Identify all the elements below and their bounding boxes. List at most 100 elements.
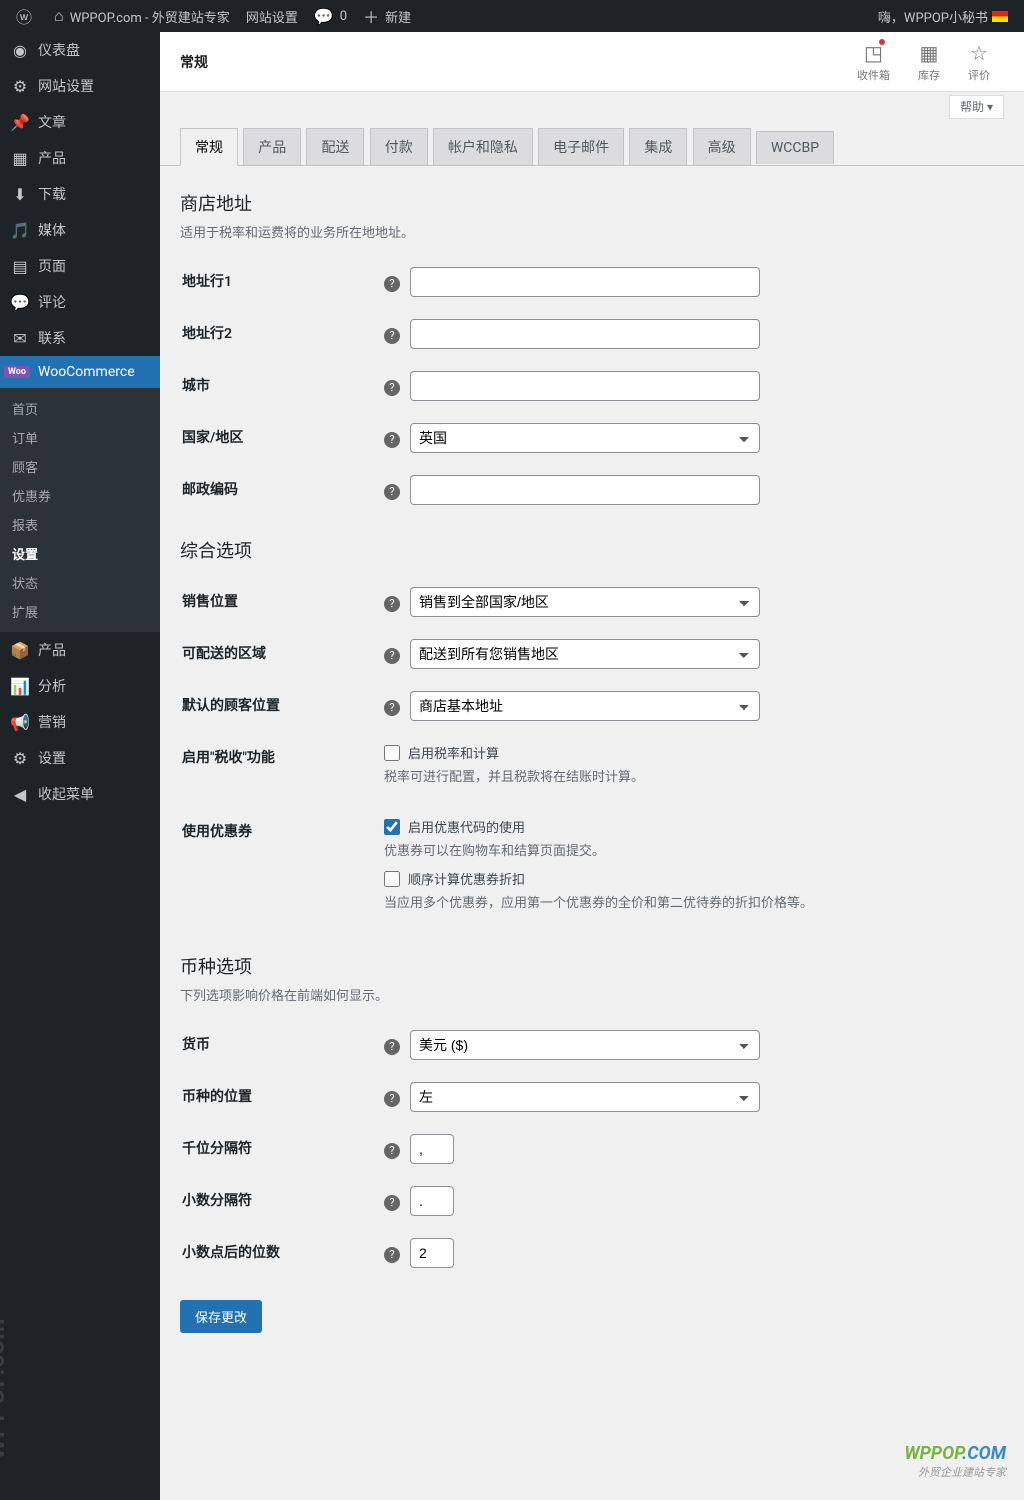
submenu-orders[interactable]: 订单 <box>0 423 160 452</box>
menu-site-settings[interactable]: ⚙网站设置 <box>0 68 160 104</box>
section-currency-desc: 下列选项影响价格在前端如何显示。 <box>180 985 920 1004</box>
tab-general[interactable]: 常规 <box>180 128 238 166</box>
help-icon[interactable]: ? <box>384 596 400 612</box>
address2-input[interactable] <box>410 319 760 349</box>
help-icon[interactable]: ? <box>384 328 400 344</box>
menu-comments[interactable]: 💬评论 <box>0 284 160 320</box>
decimal-input[interactable] <box>410 1186 454 1216</box>
label-address2: 地址行2 <box>182 309 382 359</box>
tax-checkbox[interactable] <box>384 745 400 761</box>
woo-icon: Woo <box>10 366 30 378</box>
inbox-button[interactable]: ◳收件箱 <box>843 33 904 91</box>
label-customer-loc: 默认的顾客位置 <box>182 681 382 731</box>
megaphone-icon: 📢 <box>10 713 30 732</box>
coupon-desc2: 当应用多个优惠券，应用第一个优惠券的全价和第二优待券的折扣价格等。 <box>384 892 918 911</box>
help-icon[interactable]: ? <box>384 1195 400 1211</box>
tab-wccbp[interactable]: WCCBP <box>756 131 834 164</box>
menu-woocommerce[interactable]: WooWooCommerce <box>0 356 160 388</box>
help-icon[interactable]: ? <box>384 484 400 500</box>
thousand-input[interactable] <box>410 1134 454 1164</box>
pin-icon: 📌 <box>10 113 30 132</box>
submenu-settings[interactable]: 设置 <box>0 539 160 568</box>
tab-accounts[interactable]: 帐户和隐私 <box>433 128 533 165</box>
tab-integration[interactable]: 集成 <box>629 128 687 165</box>
label-coupon: 使用优惠券 <box>182 807 382 931</box>
watermark: WPPOP.COM 外贸企业建站专家 <box>904 1443 1006 1480</box>
wp-logo[interactable]: ⓦ <box>8 0 46 32</box>
tab-payments[interactable]: 付款 <box>370 128 428 165</box>
page-icon: ▤ <box>10 257 30 276</box>
dashboard-icon: ◉ <box>10 41 30 60</box>
submenu-reports[interactable]: 报表 <box>0 510 160 539</box>
coupon-checkbox[interactable] <box>384 819 400 835</box>
menu-collapse[interactable]: ◀收起菜单 <box>0 776 160 812</box>
position-select[interactable]: 左 <box>410 1082 760 1112</box>
star-icon: ☆ <box>970 41 988 65</box>
menu-products[interactable]: ▦产品 <box>0 140 160 176</box>
tab-advanced[interactable]: 高级 <box>693 128 751 165</box>
download-icon: ⬇ <box>10 185 30 204</box>
submenu-coupons[interactable]: 优惠券 <box>0 481 160 510</box>
site-settings-link[interactable]: 网站设置 <box>238 0 306 32</box>
label-postcode: 邮政编码 <box>182 465 382 515</box>
comment-icon: 💬 <box>10 293 30 312</box>
submenu-extensions[interactable]: 扩展 <box>0 597 160 626</box>
menu-products2[interactable]: 📦产品 <box>0 632 160 668</box>
user-greeting[interactable]: 嗨，WPPOP小秘书 <box>870 0 1016 32</box>
submenu-status[interactable]: 状态 <box>0 568 160 597</box>
help-icon[interactable]: ? <box>384 276 400 292</box>
box-icon: 📦 <box>10 641 30 660</box>
menu-marketing[interactable]: 📢营销 <box>0 704 160 740</box>
help-icon[interactable]: ? <box>384 700 400 716</box>
country-select[interactable]: 英国 <box>410 423 760 453</box>
coupon-seq-checkbox[interactable] <box>384 871 400 887</box>
label-position: 币种的位置 <box>182 1072 382 1122</box>
currency-select[interactable]: 美元 ($) <box>410 1030 760 1060</box>
shipping-select[interactable]: 配送到所有您销售地区 <box>410 639 760 669</box>
selling-select[interactable]: 销售到全部国家/地区 <box>410 587 760 617</box>
reviews-button[interactable]: ☆评价 <box>954 33 1004 91</box>
help-icon[interactable]: ? <box>384 432 400 448</box>
site-link[interactable]: ⌂WPPOP.com - 外贸建站专家 <box>46 0 238 32</box>
menu-downloads[interactable]: ⬇下载 <box>0 176 160 212</box>
help-toggle[interactable]: 帮助 ▾ <box>949 95 1004 119</box>
label-thousand: 千位分隔符 <box>182 1124 382 1174</box>
label-city: 城市 <box>182 361 382 411</box>
submenu-home[interactable]: 首页 <box>0 394 160 423</box>
save-button[interactable]: 保存更改 <box>180 1300 262 1333</box>
city-input[interactable] <box>410 371 760 401</box>
tab-emails[interactable]: 电子邮件 <box>538 128 624 165</box>
help-icon[interactable]: ? <box>384 380 400 396</box>
new-content-link[interactable]: ＋新建 <box>355 0 419 32</box>
chart-icon: 📊 <box>10 677 30 696</box>
stock-button[interactable]: ▦库存 <box>904 33 954 91</box>
comments-link[interactable]: 💬0 <box>306 0 355 32</box>
help-icon[interactable]: ? <box>384 1143 400 1159</box>
help-icon[interactable]: ? <box>384 648 400 664</box>
help-icon[interactable]: ? <box>384 1247 400 1263</box>
menu-pages[interactable]: ▤页面 <box>0 248 160 284</box>
coupon-check1-label: 启用优惠代码的使用 <box>408 817 525 836</box>
menu-analytics[interactable]: 📊分析 <box>0 668 160 704</box>
address1-input[interactable] <box>410 267 760 297</box>
section-address-desc: 适用于税率和运费将的业务所在地地址。 <box>180 222 920 241</box>
tab-products[interactable]: 产品 <box>243 128 301 165</box>
menu-contact[interactable]: ✉联系 <box>0 320 160 356</box>
menu-posts[interactable]: 📌文章 <box>0 104 160 140</box>
grid-icon: ▦ <box>10 149 30 168</box>
submenu-customers[interactable]: 顾客 <box>0 452 160 481</box>
menu-media[interactable]: 🎵媒体 <box>0 212 160 248</box>
customer-loc-select[interactable]: 商店基本地址 <box>410 691 760 721</box>
settings-tabs: 常规 产品 配送 付款 帐户和隐私 电子邮件 集成 高级 WCCBP <box>160 127 1024 166</box>
help-icon[interactable]: ? <box>384 1091 400 1107</box>
decimals-input[interactable] <box>410 1238 454 1268</box>
label-shipping: 可配送的区域 <box>182 629 382 679</box>
gear-icon: ⚙ <box>10 77 30 96</box>
postcode-input[interactable] <box>410 475 760 505</box>
tab-shipping[interactable]: 配送 <box>306 128 364 165</box>
admin-sidebar: ◉仪表盘 ⚙网站设置 📌文章 ▦产品 ⬇下载 🎵媒体 ▤页面 💬评论 ✉联系 W… <box>0 32 160 1500</box>
help-icon[interactable]: ? <box>384 1039 400 1055</box>
menu-settings[interactable]: ⚙设置 <box>0 740 160 776</box>
label-currency: 货币 <box>182 1020 382 1070</box>
menu-dashboard[interactable]: ◉仪表盘 <box>0 32 160 68</box>
